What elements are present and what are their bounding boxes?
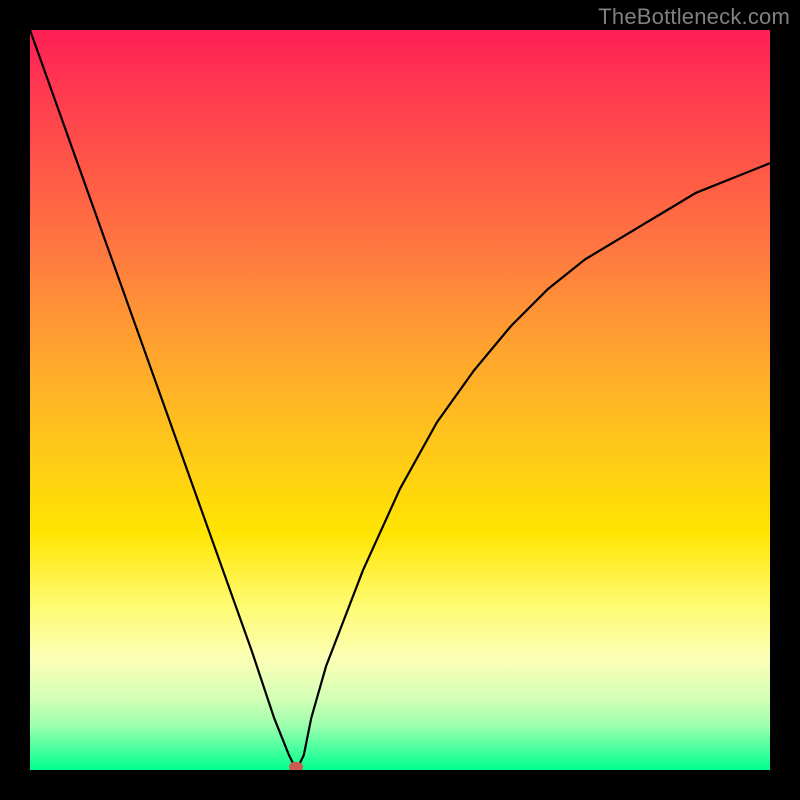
curve-svg	[30, 30, 770, 770]
plot-area	[30, 30, 770, 770]
bottleneck-curve	[30, 30, 770, 770]
watermark-text: TheBottleneck.com	[598, 4, 790, 30]
optimal-point-marker	[289, 762, 303, 770]
